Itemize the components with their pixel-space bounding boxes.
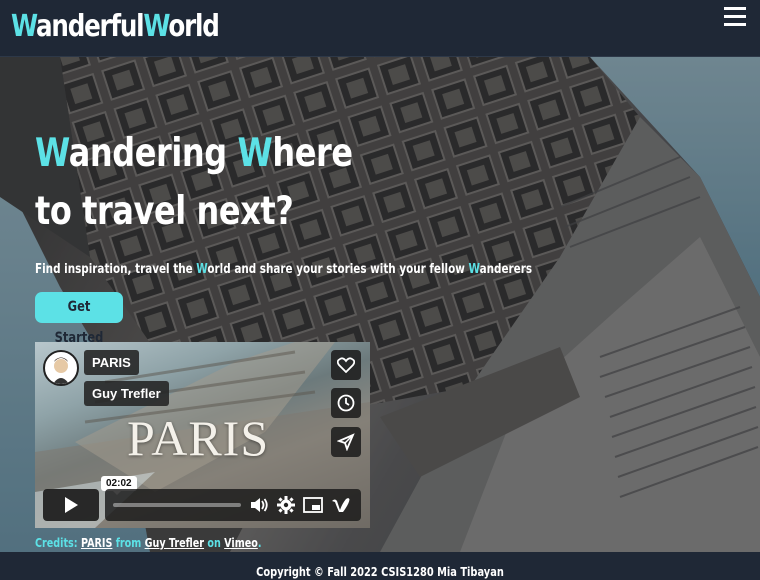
vimeo-logo-icon[interactable]	[331, 496, 351, 514]
hero-section: Wandering Where to travel next? Find ins…	[0, 57, 760, 552]
logo-text-1: anderful	[36, 9, 145, 44]
credits-suffix: .	[257, 536, 262, 550]
headline-text-2: here	[272, 131, 353, 176]
author-avatar[interactable]	[43, 350, 79, 386]
subline-letter-w1: W	[196, 262, 208, 277]
footer-copyright: Copyright © Fall 2022 CSIS1280 Mia Tibay…	[0, 565, 760, 579]
video-overlay-title: PARIS	[127, 410, 270, 466]
logo-text-2: orld	[168, 9, 219, 44]
control-rail	[105, 489, 361, 521]
credits-prefix: Credits:	[35, 536, 81, 550]
video-player[interactable]: PARIS PARIS Guy Trefler 02:02	[35, 342, 370, 528]
video-controls	[43, 489, 361, 521]
hero-subline: Find inspiration, travel the World and s…	[35, 262, 532, 277]
headline-line-2: to travel next?	[35, 189, 294, 234]
navbar: WanderfulWorld	[0, 0, 760, 57]
footer-copyright-text: Copyright © Fall 2022 CSIS1280 Mia Tibay…	[256, 565, 504, 579]
logo-letter-w1: W	[11, 9, 37, 44]
headline-letter-w1: W	[35, 131, 69, 176]
send-icon[interactable]	[331, 427, 361, 457]
get-started-button[interactable]: Get Started	[35, 292, 123, 346]
clock-icon[interactable]	[331, 388, 361, 418]
logo-letter-w2: W	[143, 9, 169, 44]
settings-icon[interactable]	[277, 496, 295, 514]
hamburger-icon[interactable]	[724, 6, 746, 30]
subline-letter-w2: W	[468, 262, 480, 277]
credits-video-link[interactable]: PARIS	[81, 536, 112, 550]
video-author-chip[interactable]: Guy Trefler	[84, 381, 169, 406]
subline-text-1: Find inspiration, travel the	[35, 262, 197, 277]
hero-headline: Wandering Where to travel next?	[35, 125, 353, 241]
footer: Copyright © Fall 2022 CSIS1280 Mia Tibay…	[0, 552, 760, 580]
progress-bar[interactable]	[113, 503, 241, 507]
headline-text-1: andering	[68, 131, 238, 176]
subline-text-2: orld and share your stories with your fe…	[207, 262, 469, 277]
credits-on: on	[204, 536, 225, 550]
site-logo[interactable]: WanderfulWorld	[11, 9, 220, 44]
heart-icon[interactable]	[331, 350, 361, 380]
pip-icon[interactable]	[303, 496, 323, 514]
credits-from: from	[112, 536, 145, 550]
headline-letter-w2: W	[237, 131, 273, 176]
credits-author-link[interactable]: Guy Trefler	[145, 536, 204, 550]
subline-text-3: anderers	[479, 262, 533, 277]
video-title-chip[interactable]: PARIS	[84, 350, 139, 375]
volume-icon[interactable]	[249, 496, 269, 514]
play-icon[interactable]	[43, 489, 99, 521]
credits-platform-link[interactable]: Vimeo	[224, 536, 258, 550]
video-credits: Credits: PARIS from Guy Trefler on Vimeo…	[35, 536, 261, 550]
